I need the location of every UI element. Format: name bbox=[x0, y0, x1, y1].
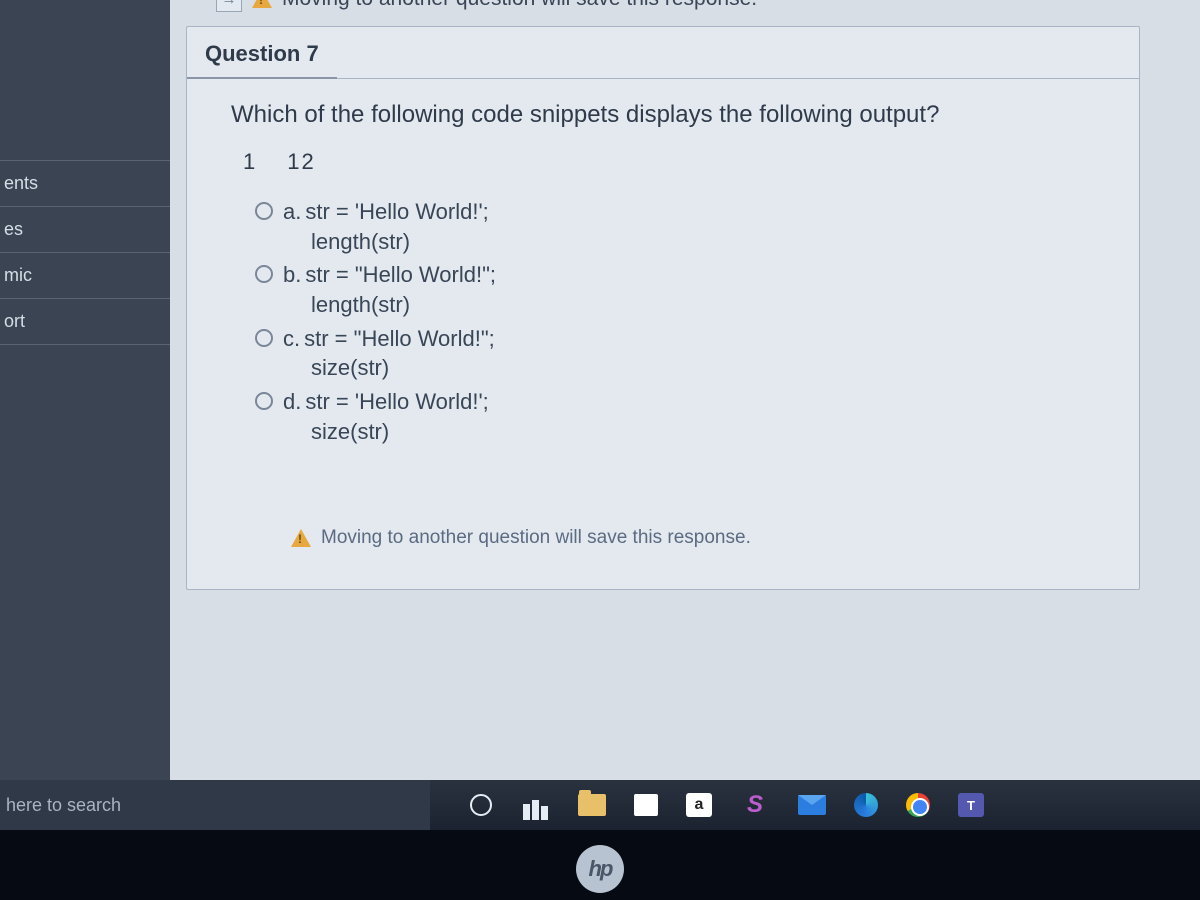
question-prompt: Which of the following code snippets dis… bbox=[231, 101, 1107, 129]
mail-icon[interactable] bbox=[798, 795, 826, 815]
sidebar-item[interactable]: ort bbox=[0, 298, 170, 345]
option-text: c.str = "Hello World!"; size(str) bbox=[283, 324, 495, 383]
warning-banner-bottom: Moving to another question will save thi… bbox=[291, 527, 1107, 549]
question-card: Question 7 Which of the following code s… bbox=[186, 26, 1140, 590]
search-placeholder: here to search bbox=[6, 795, 121, 816]
amazon-icon[interactable]: a bbox=[686, 793, 712, 817]
sidebar-item[interactable]: mic bbox=[0, 252, 170, 298]
warning-banner-top: → Moving to another question will save t… bbox=[186, 0, 1170, 26]
radio-icon[interactable] bbox=[255, 265, 273, 283]
file-explorer-icon[interactable] bbox=[578, 794, 606, 816]
option-a[interactable]: a.str = 'Hello World!'; length(str) bbox=[255, 197, 1107, 256]
sidebar-item[interactable]: es bbox=[0, 206, 170, 252]
hp-logo-icon: hp bbox=[576, 845, 624, 893]
option-c[interactable]: c.str = "Hello World!"; size(str) bbox=[255, 324, 1107, 383]
warning-text: Moving to another question will save thi… bbox=[321, 527, 751, 549]
radio-icon[interactable] bbox=[255, 202, 273, 220]
task-view-icon[interactable] bbox=[520, 790, 550, 820]
taskbar-search[interactable]: here to search bbox=[0, 780, 430, 830]
option-text: a.str = 'Hello World!'; length(str) bbox=[283, 197, 489, 256]
options-group: a.str = 'Hello World!'; length(str) b.st… bbox=[255, 197, 1107, 447]
warning-text: Moving to another question will save thi… bbox=[282, 0, 757, 11]
sidebar: ents es mic ort bbox=[0, 0, 170, 780]
chrome-icon[interactable] bbox=[906, 793, 930, 817]
option-d[interactable]: d.str = 'Hello World!'; size(str) bbox=[255, 387, 1107, 446]
sidebar-item[interactable]: ents bbox=[0, 160, 170, 206]
question-body: Which of the following code snippets dis… bbox=[187, 79, 1139, 549]
teams-icon[interactable]: T bbox=[958, 793, 984, 817]
screen: ents es mic ort → Moving to another ques… bbox=[0, 0, 1200, 780]
warning-icon bbox=[291, 529, 311, 547]
option-text: d.str = 'Hello World!'; size(str) bbox=[283, 387, 489, 446]
taskbar-icons: a S T bbox=[430, 790, 1200, 820]
snip-icon[interactable]: S bbox=[740, 790, 770, 820]
question-header: Question 7 bbox=[187, 27, 337, 79]
option-b[interactable]: b.str = "Hello World!"; length(str) bbox=[255, 260, 1107, 319]
warning-icon bbox=[252, 0, 272, 8]
taskbar: here to search a S T bbox=[0, 780, 1200, 830]
ms-store-icon[interactable] bbox=[634, 794, 658, 816]
option-text: b.str = "Hello World!"; length(str) bbox=[283, 260, 496, 319]
edge-icon[interactable] bbox=[854, 793, 878, 817]
radio-icon[interactable] bbox=[255, 392, 273, 410]
cortana-icon[interactable] bbox=[470, 794, 492, 816]
expected-output: 112 bbox=[243, 149, 1107, 175]
radio-icon[interactable] bbox=[255, 329, 273, 347]
content-area: → Moving to another question will save t… bbox=[170, 0, 1200, 780]
nav-arrow-icon[interactable]: → bbox=[216, 0, 242, 12]
